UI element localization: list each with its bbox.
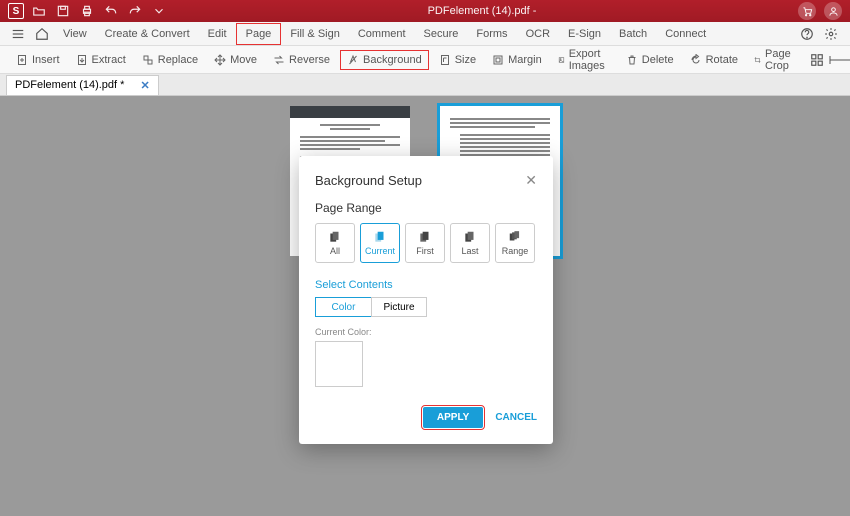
range-all-label: All bbox=[330, 246, 340, 256]
background-setup-dialog: Background Setup ✕ Page Range All Curren… bbox=[299, 156, 553, 444]
range-first[interactable]: First bbox=[405, 223, 445, 263]
apply-button[interactable]: APPLY bbox=[423, 407, 483, 428]
range-last-label: Last bbox=[461, 246, 478, 256]
page-range-label: Page Range bbox=[315, 201, 537, 215]
content-segmented-control: Color Picture bbox=[315, 297, 537, 317]
seg-color[interactable]: Color bbox=[315, 297, 371, 317]
color-swatch[interactable] bbox=[315, 341, 363, 387]
range-all[interactable]: All bbox=[315, 223, 355, 263]
range-range[interactable]: Range bbox=[495, 223, 535, 263]
cancel-button[interactable]: CANCEL bbox=[495, 412, 537, 423]
range-first-label: First bbox=[416, 246, 434, 256]
close-icon[interactable]: ✕ bbox=[525, 172, 537, 189]
modal-overlay: Background Setup ✕ Page Range All Curren… bbox=[0, 0, 850, 516]
range-current[interactable]: Current bbox=[360, 223, 400, 263]
select-contents-label: Select Contents bbox=[315, 279, 537, 291]
range-last[interactable]: Last bbox=[450, 223, 490, 263]
dialog-title: Background Setup bbox=[315, 173, 422, 188]
range-range-label: Range bbox=[502, 246, 529, 256]
range-current-label: Current bbox=[365, 246, 395, 256]
seg-picture[interactable]: Picture bbox=[371, 297, 427, 317]
current-color-label: Current Color: bbox=[315, 327, 537, 337]
